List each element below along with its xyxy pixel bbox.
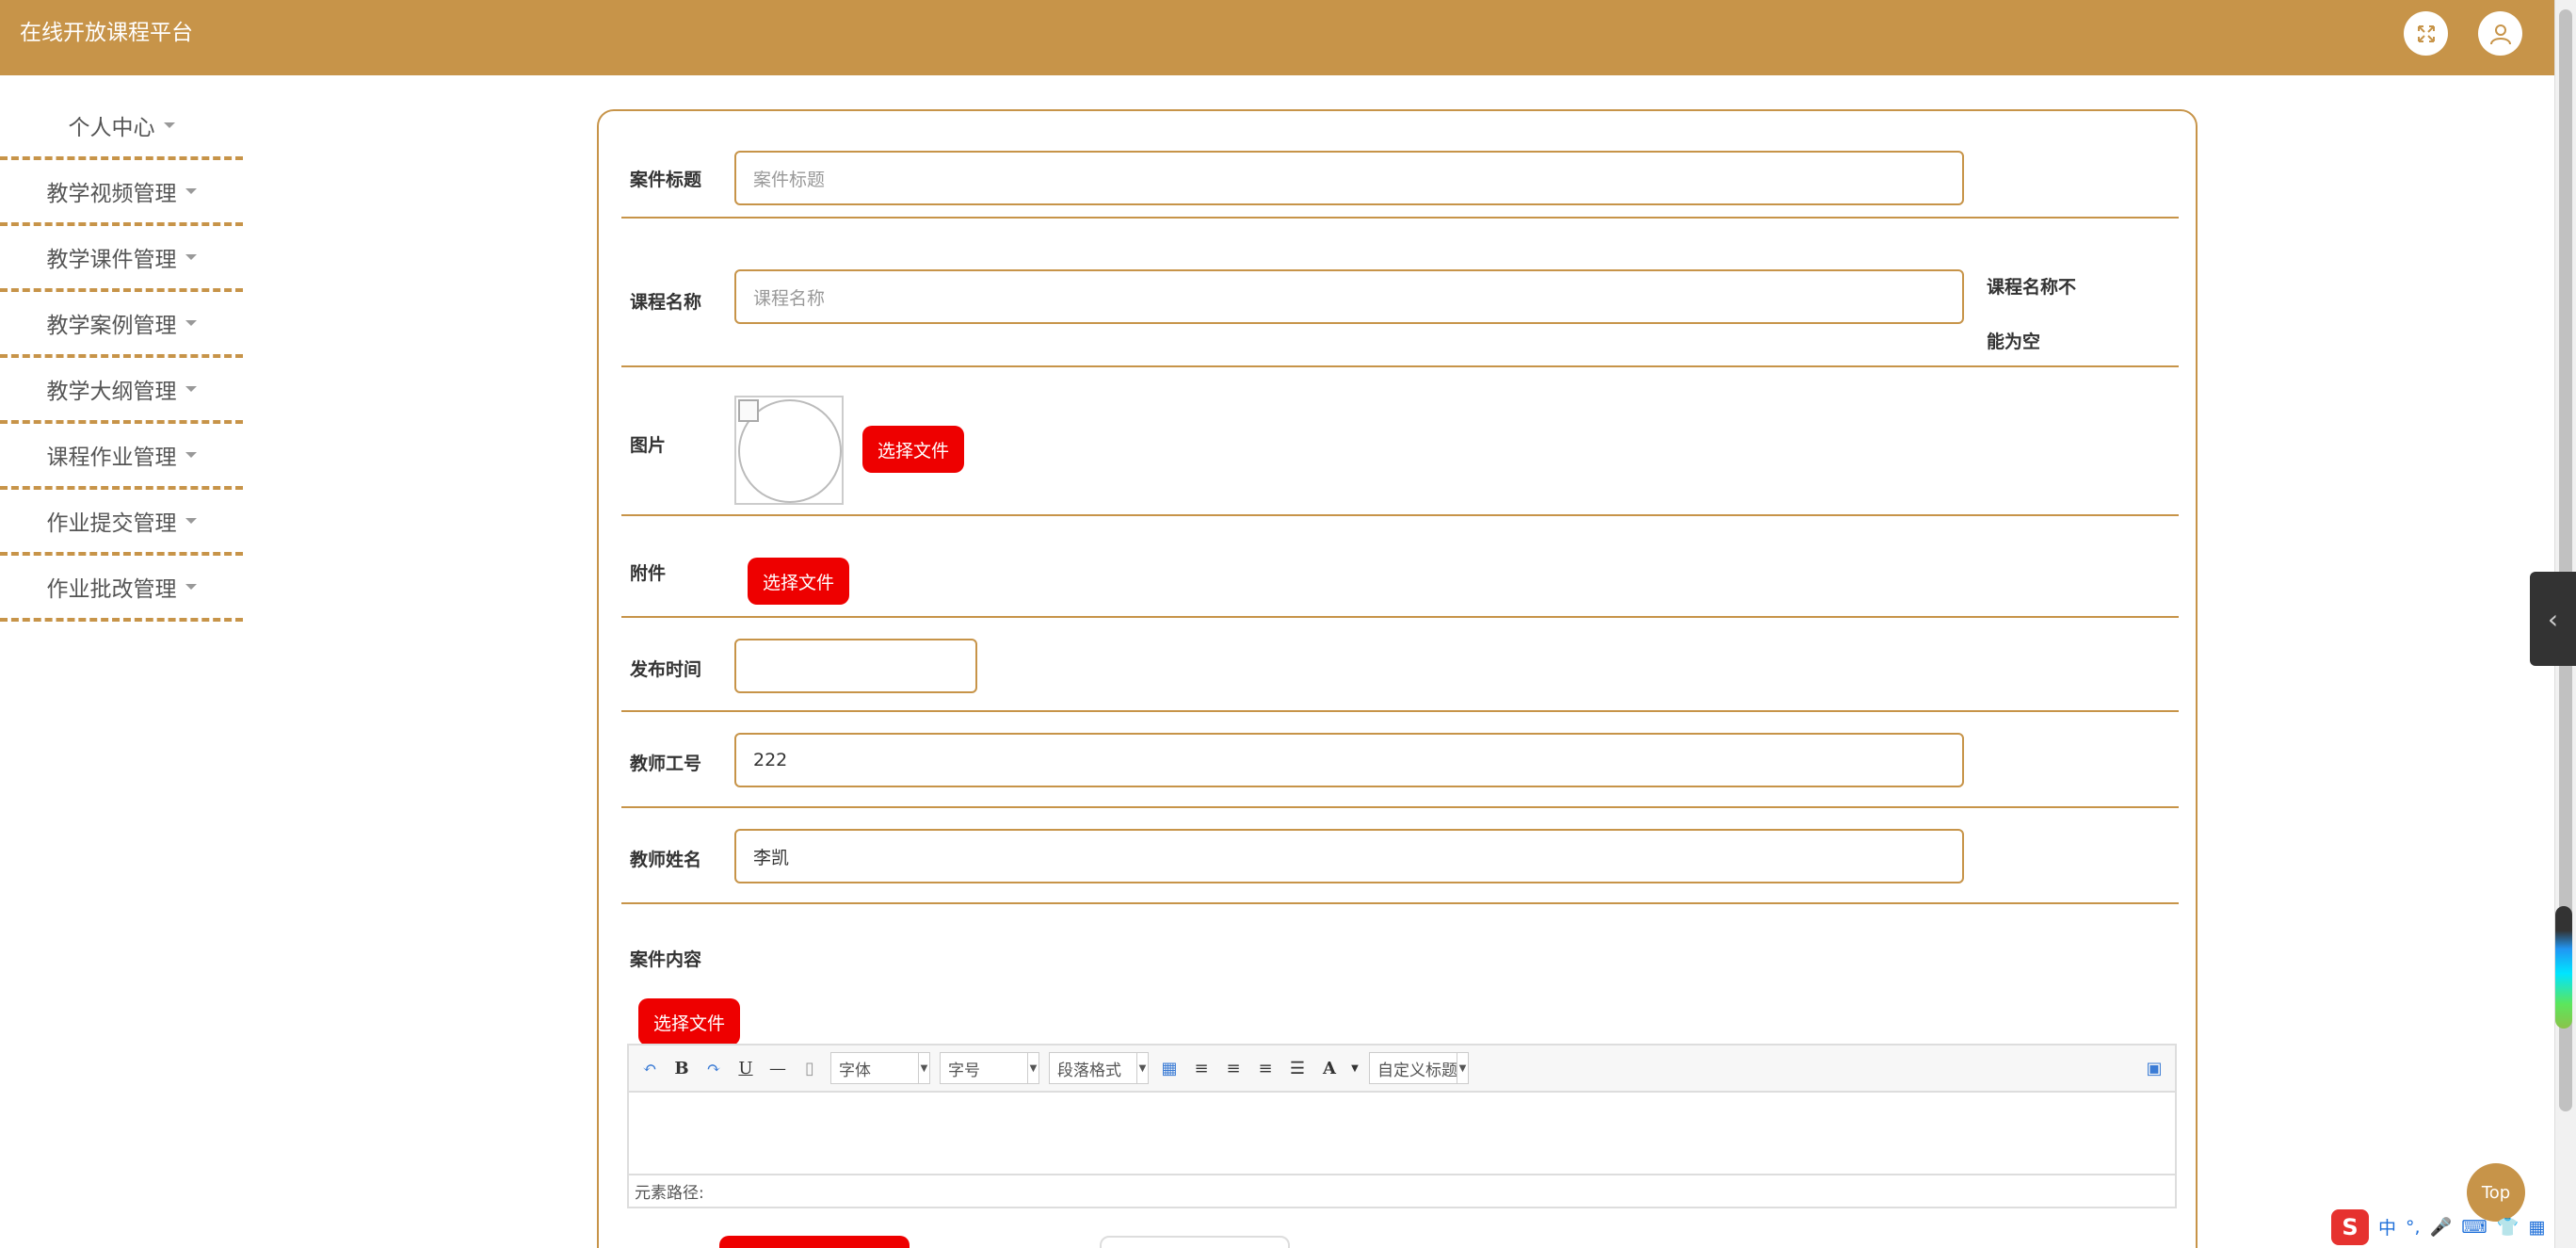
sidebar-menu: 个人中心 教学视频管理 教学课件管理 教学案例管理 教学大纲管理 课程作业管理 … xyxy=(0,94,243,622)
chevron-down-icon: ▼ xyxy=(918,1053,929,1083)
ime-toolbar: S 中 °, 🎤 ⌨ 👕 ▦ xyxy=(2331,1206,2554,1248)
course-name-label: 课程名称 xyxy=(630,292,702,313)
publish-time-label: 发布时间 xyxy=(630,659,702,680)
case-content-label: 案件内容 xyxy=(630,949,702,970)
form-row-teacher-name: 教师姓名 李凯 xyxy=(621,808,2179,904)
custom-title-select[interactable]: 自定义标题 ▼ xyxy=(1369,1052,1469,1084)
bold-icon[interactable]: B xyxy=(670,1057,693,1079)
horizontal-rule-icon[interactable]: — xyxy=(766,1057,789,1079)
font-color-icon[interactable]: A xyxy=(1318,1057,1341,1079)
sidebar-item-personal-center[interactable]: 个人中心 xyxy=(0,94,243,160)
sidebar-item-label: 作业批改管理 xyxy=(46,577,177,602)
redo-icon[interactable]: ↷ xyxy=(702,1057,725,1079)
content-choose-file-button[interactable]: 选择文件 xyxy=(638,998,741,1045)
sidebar-item-cases[interactable]: 教学案例管理 xyxy=(0,292,243,358)
undo-icon[interactable]: ↶ xyxy=(638,1057,661,1079)
custom-title-value: 自定义标题 xyxy=(1377,1061,1457,1080)
font-family-value: 字体 xyxy=(839,1061,871,1080)
underline-icon[interactable]: U xyxy=(734,1057,757,1079)
form-row-attachment: 附件 选择文件 xyxy=(621,516,2179,618)
editor-element-path: 元素路径: xyxy=(629,1174,2175,1207)
align-left-icon[interactable]: ≡ xyxy=(1190,1057,1213,1079)
image-label: 图片 xyxy=(630,435,667,456)
sogou-logo-icon[interactable]: S xyxy=(2331,1208,2369,1245)
sidebar-item-homework[interactable]: 课程作业管理 xyxy=(0,424,243,490)
fullscreen-editor-icon[interactable]: ▣ xyxy=(2143,1057,2165,1079)
teacher-name-label: 教师姓名 xyxy=(630,850,702,870)
keyboard-icon[interactable]: ⌨ xyxy=(2461,1217,2487,1238)
paragraph-format-select[interactable]: 段落格式 ▼ xyxy=(1049,1052,1149,1084)
caret-down-icon xyxy=(185,254,197,260)
sidebar-item-courseware[interactable]: 教学课件管理 xyxy=(0,226,243,292)
form-row-case-title: 案件标题 案件标题 xyxy=(621,111,2179,219)
punctuation-icon[interactable]: °, xyxy=(2406,1217,2421,1238)
chevron-down-icon: ▼ xyxy=(1457,1053,1468,1083)
toolbox-icon[interactable]: ▦ xyxy=(2528,1217,2545,1238)
align-right-icon[interactable]: ≡ xyxy=(1222,1057,1245,1079)
sidebar-item-label: 教学大纲管理 xyxy=(46,380,177,404)
sidebar-item-syllabus[interactable]: 教学大纲管理 xyxy=(0,358,243,424)
caret-down-icon xyxy=(163,122,175,128)
course-name-input[interactable]: 课程名称 xyxy=(734,269,1964,324)
caret-down-icon xyxy=(185,188,197,194)
teacher-id-label: 教师工号 xyxy=(630,754,702,774)
table-icon[interactable]: ▦ xyxy=(1158,1057,1181,1079)
top-header: 在线开放课程平台 xyxy=(0,0,2554,75)
form-row-course-name: 课程名称 课程名称 课程名称不能为空 xyxy=(621,219,2179,367)
chevron-down-icon[interactable]: ▼ xyxy=(1350,1057,1360,1079)
chevron-down-icon: ▼ xyxy=(1027,1053,1038,1083)
sidebar-item-label: 教学案例管理 xyxy=(46,314,177,338)
case-title-input[interactable]: 案件标题 xyxy=(734,151,1964,205)
volume-level-bar xyxy=(2555,906,2572,1029)
font-size-select[interactable]: 字号 ▼ xyxy=(940,1052,1039,1084)
editor-toolbar: ↶ B ↷ U — ▯ 字体 ▼ 字号 ▼ 段落格式 ▼ ▦ ≡ ≡ ≡ ☰ A ▼ … xyxy=(629,1045,2175,1093)
image-preview xyxy=(734,396,844,505)
caret-down-icon xyxy=(185,584,197,590)
case-form-card: 案件标题 案件标题 课程名称 课程名称 课程名称不能为空 图片 选择文件 附件 … xyxy=(597,109,2198,1248)
chevron-left-icon[interactable]: ‹ xyxy=(2530,572,2576,666)
form-row-teacher-id: 教师工号 222 xyxy=(621,712,2179,808)
paragraph-format-value: 段落格式 xyxy=(1057,1061,1121,1080)
form-row-publish-time: 发布时间 xyxy=(621,618,2179,712)
sidebar-item-submission[interactable]: 作业提交管理 xyxy=(0,490,243,556)
sidebar-item-label: 课程作业管理 xyxy=(46,446,177,470)
form-row-image: 图片 选择文件 xyxy=(621,367,2179,516)
publish-time-input[interactable] xyxy=(734,639,977,693)
align-center-icon[interactable]: ≡ xyxy=(1254,1057,1277,1079)
editor-content-area[interactable] xyxy=(629,1093,2175,1174)
submit-button-partial[interactable] xyxy=(719,1236,910,1248)
app-title: 在线开放课程平台 xyxy=(20,21,193,45)
caret-down-icon xyxy=(185,452,197,458)
attachment-choose-file-button[interactable]: 选择文件 xyxy=(748,558,850,605)
case-title-label: 案件标题 xyxy=(630,170,702,190)
image-choose-file-button[interactable]: 选择文件 xyxy=(862,426,965,473)
caret-down-icon xyxy=(185,518,197,524)
sidebar-item-label: 教学课件管理 xyxy=(46,248,177,272)
skin-icon[interactable]: 👕 xyxy=(2497,1216,2520,1238)
teacher-name-input[interactable]: 李凯 xyxy=(734,829,1964,883)
cancel-button-partial[interactable] xyxy=(1100,1236,1290,1248)
teacher-id-input[interactable]: 222 xyxy=(734,733,1964,787)
sidebar-item-label: 个人中心 xyxy=(68,116,155,140)
course-name-error: 课程名称不能为空 xyxy=(1987,277,2077,352)
microphone-icon[interactable]: 🎤 xyxy=(2430,1216,2453,1238)
fullscreen-icon[interactable] xyxy=(2404,11,2448,56)
rich-text-editor: ↶ B ↷ U — ▯ 字体 ▼ 字号 ▼ 段落格式 ▼ ▦ ≡ ≡ ≡ ☰ A ▼ … xyxy=(627,1044,2177,1208)
align-justify-icon[interactable]: ☰ xyxy=(1286,1057,1309,1079)
paste-plain-icon[interactable]: ▯ xyxy=(798,1057,821,1079)
user-avatar-icon[interactable] xyxy=(2478,11,2522,56)
broken-image-icon xyxy=(738,399,759,422)
caret-down-icon xyxy=(185,320,197,326)
caret-down-icon xyxy=(185,386,197,392)
ime-mode[interactable]: 中 xyxy=(2378,1214,2396,1240)
font-family-select[interactable]: 字体 ▼ xyxy=(830,1052,930,1084)
sidebar-item-label: 作业提交管理 xyxy=(46,511,177,536)
sidebar-item-label: 教学视频管理 xyxy=(46,182,177,206)
chevron-down-icon: ▼ xyxy=(1136,1053,1148,1083)
sidebar-item-grading[interactable]: 作业批改管理 xyxy=(0,556,243,622)
sidebar-item-video[interactable]: 教学视频管理 xyxy=(0,160,243,226)
font-size-value: 字号 xyxy=(948,1061,980,1080)
attachment-label: 附件 xyxy=(630,563,667,584)
